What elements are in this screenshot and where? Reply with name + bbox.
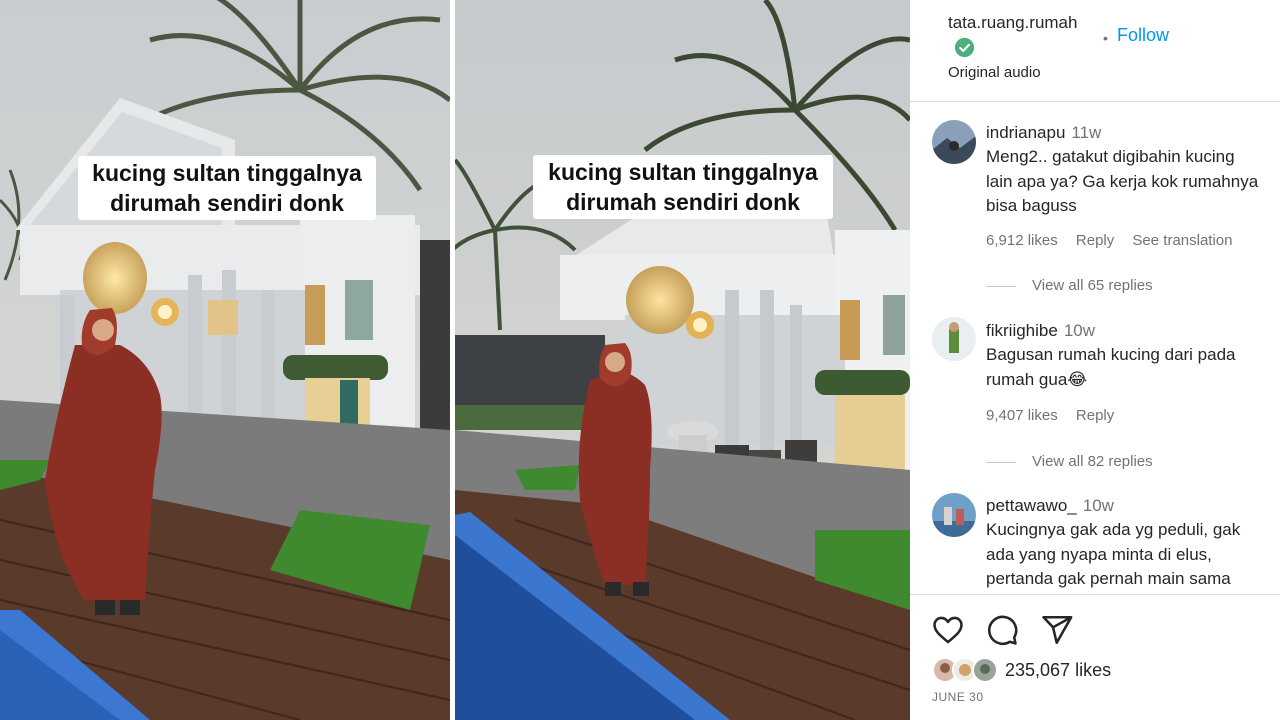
- original-audio-link[interactable]: Original audio: [948, 64, 1041, 81]
- comment-icon[interactable]: [985, 613, 1019, 647]
- comments-list[interactable]: indrianapu 11w Meng2.. gatakut digibahin …: [910, 103, 1280, 593]
- house-scene-right: [455, 0, 910, 720]
- post-date: JUNE 30: [932, 690, 984, 704]
- video-area[interactable]: kucing sultan tinggalnya dirumah sendiri…: [0, 0, 910, 720]
- comment-line: Meng2.. gatakut digibahin kucing: [986, 147, 1235, 166]
- see-translation-button[interactable]: See translation: [1132, 232, 1232, 249]
- comment-likes[interactable]: 9,407 likes: [986, 407, 1058, 424]
- comment-line: Kucingnya gak ada yg peduli, gak: [986, 520, 1241, 539]
- separator-dot: •: [1103, 30, 1108, 46]
- comment-username[interactable]: pettawawo_ 10w: [986, 496, 1114, 516]
- video-frame-right[interactable]: kucing sultan tinggalnya dirumah sendiri…: [455, 0, 910, 720]
- replies-divider: [986, 285, 1016, 287]
- view-replies-button[interactable]: View all 65 replies: [986, 277, 1153, 294]
- comment-username[interactable]: fikriighibe 10w: [986, 321, 1095, 341]
- comment-text: Kucingnya gak ada yg peduli, gak ada yan…: [986, 518, 1280, 592]
- comment-line: pertanda gak pernah main sama: [986, 569, 1231, 588]
- follow-button[interactable]: Follow: [1117, 25, 1169, 46]
- video-caption: kucing sultan tinggalnya dirumah sendiri…: [78, 156, 376, 220]
- avatar[interactable]: [932, 317, 976, 361]
- avatar[interactable]: [932, 120, 976, 164]
- comment-username-text[interactable]: pettawawo_: [986, 496, 1077, 515]
- view-replies-label[interactable]: View all 65 replies: [1032, 277, 1153, 294]
- comment-time: 10w: [1082, 496, 1114, 515]
- comment-meta: 6,912 likes Reply See translation: [986, 232, 1247, 249]
- replies-divider: [986, 461, 1016, 463]
- likes-count[interactable]: 235,067 likes: [1005, 660, 1111, 681]
- post-actions: 235,067 likes JUNE 30: [910, 594, 1280, 720]
- video-frame-left[interactable]: kucing sultan tinggalnya dirumah sendiri…: [0, 0, 450, 720]
- comment-line: rumah gua😂: [986, 369, 1088, 389]
- likes-row[interactable]: 235,067 likes: [932, 657, 1232, 687]
- post-username[interactable]: tata.ruang.rumah: [948, 13, 1077, 33]
- comment-line: Bagusan rumah kucing dari pada: [986, 345, 1236, 364]
- comment-meta: 9,407 likes Reply: [986, 407, 1128, 424]
- share-icon[interactable]: [1040, 613, 1074, 647]
- post-panel: tata.ruang.rumah • Follow Original audio…: [910, 0, 1280, 720]
- comment-likes[interactable]: 6,912 likes: [986, 232, 1058, 249]
- comment-text: Meng2.. gatakut digibahin kucing lain ap…: [986, 145, 1280, 219]
- reply-button[interactable]: Reply: [1076, 407, 1114, 424]
- comment-line: ada yang nyapa minta di elus,: [986, 544, 1212, 564]
- liker-avatar: [972, 657, 998, 683]
- house-scene-left: [0, 0, 450, 720]
- comment-time: 10w: [1063, 321, 1095, 340]
- comment-line: bisa baguss: [986, 196, 1077, 215]
- post-header: tata.ruang.rumah • Follow Original audio: [910, 0, 1280, 102]
- verified-badge-icon: [954, 37, 975, 58]
- comment-line: lain apa ya? Ga kerja kok rumahnya: [986, 171, 1259, 191]
- view-replies-label[interactable]: View all 82 replies: [1032, 453, 1153, 470]
- view-replies-button[interactable]: View all 82 replies: [986, 453, 1153, 470]
- avatar[interactable]: [932, 493, 976, 537]
- comment-username-text[interactable]: fikriighibe: [986, 321, 1058, 340]
- video-caption: kucing sultan tinggalnya dirumah sendiri…: [533, 155, 833, 219]
- reply-button[interactable]: Reply: [1076, 232, 1114, 249]
- heart-icon[interactable]: [931, 613, 965, 647]
- comment-time: 11w: [1071, 123, 1102, 142]
- comment-username[interactable]: indrianapu 11w: [986, 123, 1101, 143]
- comment-username-text[interactable]: indrianapu: [986, 123, 1065, 142]
- comment-text: Bagusan rumah kucing dari pada rumah gua…: [986, 343, 1280, 392]
